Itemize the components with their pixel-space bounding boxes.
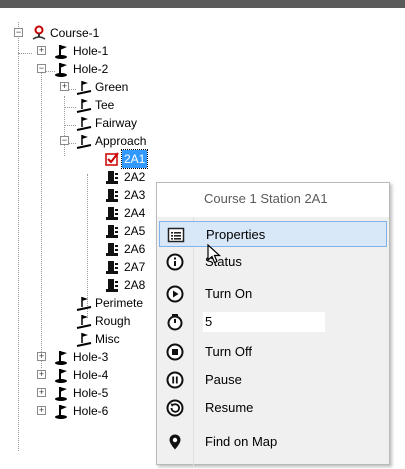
tree-label: 2A6 [124, 242, 146, 256]
menu-item-label: Properties [206, 227, 266, 242]
station-icon [106, 279, 118, 292]
tree-connector [18, 53, 32, 54]
mouse-cursor-icon [207, 243, 222, 264]
expand-toggle[interactable]: + [60, 82, 69, 91]
hole-icon [55, 351, 67, 365]
tree-connector [18, 22, 19, 451]
tree-connector [64, 96, 65, 156]
expand-toggle[interactable]: + [37, 388, 46, 397]
info-icon [166, 253, 184, 271]
tree-label: 2A8 [124, 278, 146, 292]
menu-item-turn-off[interactable]: Turn Off [159, 339, 387, 365]
collapse-toggle[interactable]: − [14, 28, 23, 37]
expand-toggle[interactable]: + [37, 352, 46, 361]
course-icon [32, 25, 46, 40]
map-pin-icon [169, 434, 181, 450]
tree-label: 2A1 [120, 149, 149, 169]
tree-label: Rough [95, 314, 131, 328]
hole-icon [55, 63, 67, 77]
resume-icon [166, 399, 184, 417]
menu-item-label: Turn On [205, 286, 253, 301]
play-icon [166, 285, 184, 303]
tree-label: 2A4 [124, 206, 146, 220]
menu-item-status[interactable]: Status [159, 249, 387, 275]
menu-item-duration[interactable]: 5 [159, 309, 387, 335]
menu-item-label: Find on Map [205, 434, 278, 449]
tree-label: Misc [95, 332, 120, 346]
tree-label: Hole-4 [73, 368, 109, 382]
hole-icon [55, 45, 67, 59]
tree-label: Hole-5 [73, 386, 109, 400]
menu-item-label: Pause [205, 372, 242, 387]
duration-input[interactable] [203, 312, 325, 332]
tree-label: Hole-2 [73, 62, 109, 76]
tree-connector [64, 107, 76, 108]
area-icon [76, 99, 92, 113]
area-icon [76, 135, 92, 149]
menu-item-properties[interactable]: Properties [159, 221, 387, 247]
menu-item-label: Resume [205, 400, 254, 415]
collapse-toggle[interactable]: − [37, 64, 46, 73]
tree-label: Perimete [95, 296, 144, 310]
area-icon [76, 315, 92, 329]
context-menu: Course 1 Station 2A1 Properties Status T… [156, 182, 390, 466]
tree-label: 2A2 [124, 170, 146, 184]
expand-toggle[interactable]: + [37, 370, 46, 379]
area-icon [76, 81, 92, 95]
tree-label: 2A3 [124, 188, 146, 202]
window-title-bar [0, 0, 405, 8]
tree-connector [41, 68, 42, 368]
menu-item-pause[interactable]: Pause [159, 367, 387, 393]
stop-icon [166, 343, 184, 361]
tree-label: Hole-3 [73, 350, 109, 364]
station-icon [106, 207, 118, 220]
tree-label: Hole-1 [73, 44, 109, 58]
tree-label: Green [95, 80, 129, 94]
tree-label: Course-1 [50, 26, 100, 40]
collapse-toggle[interactable]: − [60, 136, 69, 145]
menu-item-label: Turn Off [205, 344, 252, 359]
area-icon [76, 117, 92, 131]
tree-label: Fairway [95, 116, 138, 130]
tree-label: Tee [95, 98, 115, 112]
menu-item-find-on-map[interactable]: Find on Map [159, 429, 387, 455]
station-icon [106, 189, 118, 202]
menu-item-turn-on[interactable]: Turn On [159, 281, 387, 307]
tree-label: 2A5 [124, 224, 146, 238]
tree-label: Approach [95, 134, 147, 148]
tree-connector [64, 125, 76, 126]
menu-item-resume[interactable]: Resume [159, 395, 387, 421]
area-icon [76, 297, 92, 311]
station-icon [106, 225, 118, 238]
context-menu-header: Course 1 Station 2A1 [157, 183, 389, 217]
tree-label: Hole-6 [73, 404, 109, 418]
hole-icon [55, 369, 67, 383]
expand-toggle[interactable]: + [37, 46, 46, 55]
station-icon [106, 171, 118, 184]
tree-label: 2A7 [124, 260, 146, 274]
hole-icon [55, 405, 67, 419]
timer-icon [167, 314, 183, 331]
station-icon [106, 243, 118, 256]
checked-station-icon [105, 152, 119, 166]
duration-value: 5 [205, 314, 213, 329]
context-menu-title: Course 1 Station 2A1 [204, 191, 328, 206]
pause-icon [166, 371, 184, 389]
area-icon [76, 333, 92, 347]
hole-icon [55, 387, 67, 401]
station-icon [106, 261, 118, 274]
expand-toggle[interactable]: + [37, 406, 46, 415]
list-icon [167, 227, 185, 243]
